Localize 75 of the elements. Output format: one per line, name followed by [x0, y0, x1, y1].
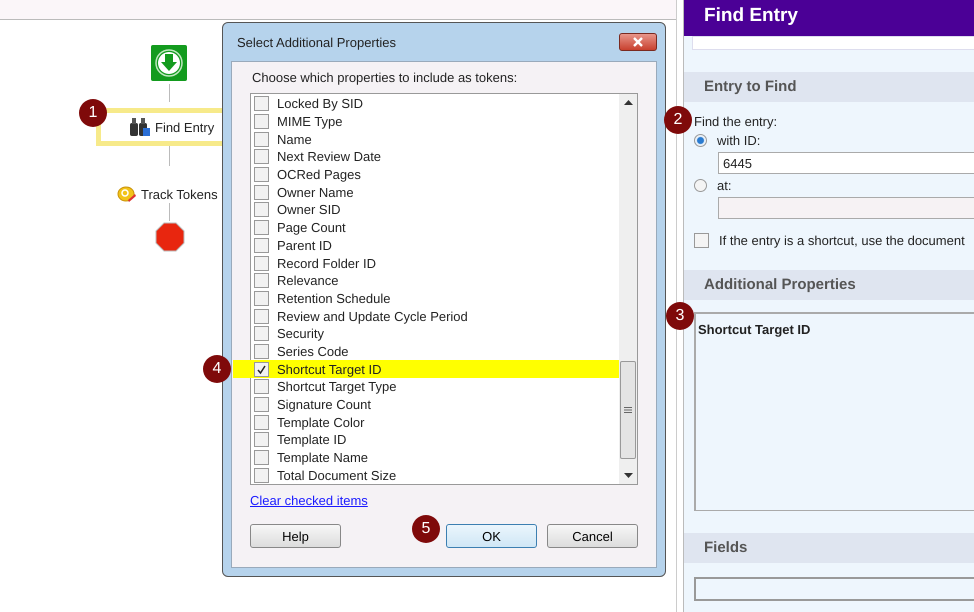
input-field[interactable] [718, 197, 974, 219]
instruction-text: Choose which properties to include as tokens: [252, 70, 518, 85]
list-item[interactable]: Next Review Date [251, 148, 619, 166]
checkbox[interactable] [254, 344, 269, 359]
list-item[interactable]: Signature Count [251, 396, 619, 414]
list-item[interactable]: Owner SID [251, 201, 619, 219]
checkbox[interactable] [254, 256, 269, 271]
callout-badge: 3 [666, 302, 694, 330]
checkbox[interactable] [254, 202, 269, 218]
callout-badge: 2 [664, 106, 692, 134]
checkbox[interactable] [254, 379, 269, 394]
checkbox[interactable] [254, 362, 269, 377]
checkbox[interactable] [254, 432, 269, 448]
section-header: Fields [684, 533, 974, 563]
list-item[interactable]: Relevance [251, 272, 619, 290]
prompt-text: Find the entry: [694, 114, 778, 129]
start-icon [151, 45, 187, 81]
checkbox[interactable] [254, 184, 269, 200]
checkbox[interactable] [254, 308, 269, 324]
grip-icon [624, 407, 632, 413]
dialog-button[interactable]: OK [446, 524, 537, 548]
checkbox-label: If the entry is a shortcut, use the document [719, 233, 965, 248]
list-item[interactable]: Security [251, 324, 619, 343]
list-item[interactable]: Owner Name [251, 183, 619, 202]
radio-label: with ID: [717, 133, 760, 148]
checkbox[interactable] [254, 468, 269, 483]
properties-box[interactable]: Shortcut Target ID [694, 312, 974, 511]
checkbox[interactable] [254, 220, 269, 236]
checkbox[interactable] [254, 238, 269, 253]
checkbox[interactable] [254, 326, 269, 342]
input-field[interactable]: 6445 [718, 152, 974, 174]
list-item[interactable]: Page Count [251, 218, 619, 236]
list-item[interactable]: Template Name [251, 448, 619, 466]
list-item[interactable]: Retention Schedule [251, 290, 619, 308]
radio-button[interactable] [694, 179, 707, 192]
list-item[interactable]: Total Document Size [251, 466, 619, 484]
list-item[interactable]: Review and Update Cycle Period [251, 307, 619, 325]
checkbox[interactable] [254, 114, 269, 130]
checkbox[interactable] [694, 233, 709, 248]
checkbox[interactable] [254, 273, 269, 288]
callout-badge: 5 [412, 515, 440, 543]
list-item[interactable]: Record Folder ID [251, 254, 619, 272]
checkbox[interactable] [254, 290, 269, 306]
callout-badge: 1 [79, 99, 107, 127]
checkbox[interactable] [254, 149, 269, 164]
node-label: Track Tokens [141, 186, 218, 202]
checkbox[interactable] [254, 414, 269, 430]
property-token: Shortcut Target ID [697, 321, 812, 339]
section-header: Additional Properties [684, 270, 974, 300]
node-label: Find Entry [155, 120, 214, 134]
dialog-button[interactable]: Help [250, 524, 341, 548]
checkbox[interactable] [254, 450, 269, 466]
radio-button[interactable] [694, 134, 707, 147]
scroll-up-icon [624, 100, 632, 105]
callout-badge: 4 [203, 355, 231, 384]
panel-title: Find Entry [684, 0, 974, 36]
scroll-down-icon [624, 473, 632, 478]
token-icon [117, 185, 137, 203]
list-item[interactable]: Template Color [251, 413, 619, 432]
checkbox[interactable] [254, 397, 269, 412]
dialog-title: Select Additional Properties [236, 34, 396, 50]
close-icon [632, 37, 644, 47]
checkbox[interactable] [254, 132, 269, 147]
close-button[interactable] [619, 33, 657, 51]
checkbox[interactable] [254, 96, 269, 112]
checkbox[interactable] [254, 167, 269, 182]
radio-label: at: [717, 178, 732, 193]
list-item[interactable]: OCRed Pages [251, 166, 619, 184]
list-item[interactable]: Parent ID [251, 236, 619, 254]
section-header: Entry to Find [684, 72, 974, 102]
scrollbar[interactable] [619, 94, 637, 484]
list-item[interactable]: Template ID [251, 431, 619, 449]
binoculars-icon [129, 117, 151, 137]
clear-link[interactable]: Clear checked items [250, 493, 368, 508]
dialog-button[interactable]: Cancel [547, 524, 638, 548]
